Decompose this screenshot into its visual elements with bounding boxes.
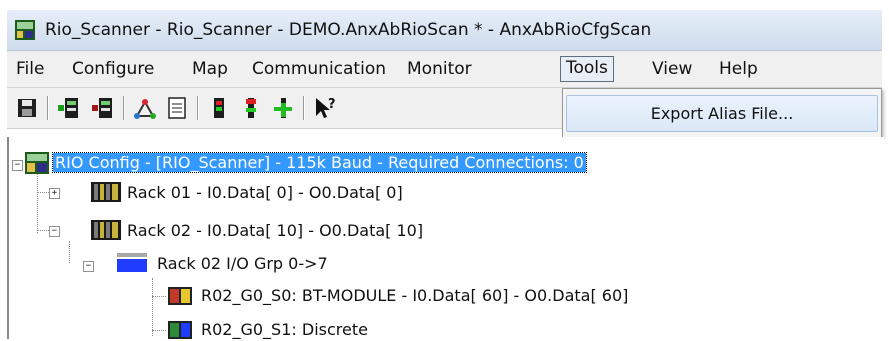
menu-file[interactable]: File xyxy=(11,57,49,81)
menu-view[interactable]: View xyxy=(647,57,697,81)
rio-config-icon xyxy=(25,152,49,174)
expand-toggle[interactable]: + xyxy=(49,188,60,199)
collapse-toggle[interactable]: − xyxy=(49,226,60,237)
tree-connector xyxy=(152,296,166,297)
toolbar-separator xyxy=(123,96,125,120)
network-icon[interactable] xyxy=(131,94,159,122)
help-pointer-icon[interactable]: ? xyxy=(311,94,339,122)
add-green-icon[interactable] xyxy=(269,94,297,122)
toolbar-separator xyxy=(197,96,199,120)
title-bar[interactable]: Rio_Scanner - Rio_Scanner - DEMO.AnxAbRi… xyxy=(7,10,882,51)
upload-icon[interactable] xyxy=(55,94,83,122)
bt-module-icon xyxy=(168,287,192,305)
window-title: Rio_Scanner - Rio_Scanner - DEMO.AnxAbRi… xyxy=(45,20,652,40)
config-tree: − RIO Config - [RIO_Scanner] - 115k Baud… xyxy=(7,137,884,339)
tree-node-slot0[interactable]: R02_G0_S0: BT-MODULE - I0.Data[ 60] - O0… xyxy=(201,285,628,307)
tree-node-slot1[interactable]: R02_G0_S1: Discrete xyxy=(201,319,368,341)
app-window: Rio_Scanner - Rio_Scanner - DEMO.AnxAbRi… xyxy=(0,0,889,339)
export-alias-file-item[interactable]: Export Alias File... xyxy=(566,95,878,132)
svg-text:?: ? xyxy=(328,97,336,112)
rack-icon xyxy=(91,182,121,202)
tree-node-label: R02_G0_S0: BT-MODULE - I0.Data[ 60] - O0… xyxy=(201,286,629,305)
app-icon xyxy=(15,20,35,40)
menu-communication[interactable]: Communication xyxy=(247,57,391,81)
tree-node-rio-config[interactable]: RIO Config - [RIO_Scanner] - 115k Baud -… xyxy=(52,152,587,174)
menu-configure[interactable]: Configure xyxy=(67,57,159,81)
tools-dropdown-menu: Export Alias File... xyxy=(562,88,882,138)
download-icon[interactable] xyxy=(89,94,117,122)
tree-node-rack02[interactable]: Rack 02 - I0.Data[ 10] - O0.Data[ 10] xyxy=(127,220,423,242)
status-red-icon[interactable] xyxy=(205,94,233,122)
menu-help[interactable]: Help xyxy=(714,57,763,81)
document-icon[interactable] xyxy=(163,94,191,122)
tree-connector xyxy=(152,278,153,336)
menu-tools[interactable]: Tools xyxy=(560,56,614,82)
save-icon[interactable] xyxy=(13,94,41,122)
io-group-icon xyxy=(117,253,147,272)
menu-bar: File Configure Map Communication Monitor… xyxy=(7,51,882,88)
tree-connector xyxy=(37,192,49,193)
tree-node-io-group[interactable]: Rack 02 I/O Grp 0->7 xyxy=(157,253,328,275)
tree-node-label: Rack 01 - I0.Data[ 0] - O0.Data[ 0] xyxy=(127,183,403,202)
tree-node-label: Rack 02 - I0.Data[ 10] - O0.Data[ 10] xyxy=(127,221,424,240)
rack-icon xyxy=(91,220,121,240)
collapse-toggle[interactable]: − xyxy=(12,160,23,171)
tree-node-rack01[interactable]: Rack 01 - I0.Data[ 0] - O0.Data[ 0] xyxy=(127,182,403,204)
toolbar-separator xyxy=(303,96,305,120)
menu-monitor[interactable]: Monitor xyxy=(402,57,477,81)
discrete-module-icon xyxy=(168,321,192,339)
tree-node-label: RIO Config - [RIO_Scanner] - 115k Baud -… xyxy=(52,152,587,173)
tree-connector xyxy=(69,241,70,263)
tree-node-label: Rack 02 I/O Grp 0->7 xyxy=(157,254,328,273)
toolbar-separator xyxy=(47,96,49,120)
status-run-icon[interactable] xyxy=(237,94,265,122)
collapse-toggle[interactable]: − xyxy=(83,261,94,272)
tree-connector xyxy=(152,330,166,331)
tree-node-label: R02_G0_S1: Discrete xyxy=(201,320,368,339)
tree-connector xyxy=(37,230,49,231)
menu-map[interactable]: Map xyxy=(187,57,233,81)
